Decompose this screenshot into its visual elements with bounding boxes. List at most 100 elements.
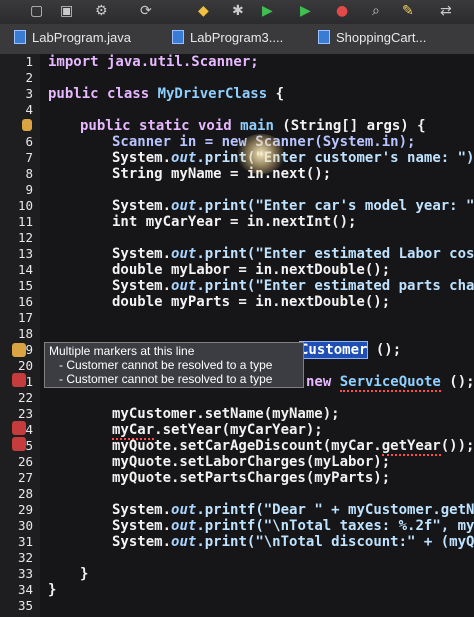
code-line: myQuote.setPartsCharges(myParts); (112, 470, 390, 486)
code-text: .printf("Dear " + myCustomer.getNam (196, 502, 474, 518)
error-marker-icon[interactable] (12, 421, 26, 435)
refresh-icon[interactable]: ⟳ (140, 3, 152, 19)
code-text: int myCarYear = in.nextInt(); (112, 214, 357, 230)
line-number: 31 (17, 534, 33, 549)
code-text: System. (112, 502, 172, 518)
code-text: myQuote.setPartsCharges(myParts); (112, 470, 391, 486)
line-number: 35 (17, 598, 33, 613)
line-number: 6 (25, 134, 33, 149)
build-icon[interactable]: ⚙ (95, 3, 108, 19)
error-marker-icon[interactable] (12, 437, 26, 451)
code-line: double myParts = in.nextDouble(); (112, 294, 390, 310)
code-text: double myLabor = in.nextDouble(); (112, 262, 391, 278)
line-number: 26 (17, 454, 33, 469)
line-number-gutter: 1 2 3 4 5 6 7 8 9 10 11 12 13 14 15 16 1… (0, 54, 40, 617)
line-number: 30 (17, 518, 33, 533)
code-line: System.out.print("Enter estimated parts … (112, 278, 474, 294)
code-text: System. (112, 534, 172, 550)
line-number: 1 (25, 54, 33, 69)
line-number: 16 (17, 294, 33, 309)
arrow-icon[interactable]: ⇄ (440, 3, 452, 19)
package-icon[interactable]: ◆ (198, 3, 209, 19)
code-line: Customer (); (298, 341, 401, 359)
tab-label: ShoppingCart... (336, 30, 427, 45)
tooltip-title: Multiple markers at this line (49, 344, 195, 358)
new-file-icon[interactable]: ▢ (30, 3, 43, 19)
pencil-icon[interactable]: ✎ (402, 3, 414, 19)
code-line: myQuote.setLaborCharges(myLabor); (112, 454, 390, 470)
code-line: System.out.print("Enter car's model year… (112, 198, 474, 214)
code-text: .print("\nTotal discount:" + (myQuo (196, 534, 474, 550)
code-text: getYear (381, 438, 441, 456)
line-number: 7 (25, 150, 33, 165)
line-number: 17 (17, 310, 33, 325)
code-text: myQuote.setCarAgeDiscount(myCar. (112, 438, 382, 454)
method-name: main (240, 118, 274, 134)
line-number: 8 (25, 166, 33, 181)
line-number: 14 (17, 262, 33, 277)
code-text: String myName = in.next(); (112, 166, 332, 182)
code-line: Scanner in = new Scanner(System.in); (112, 134, 415, 150)
code-line: myCar.setYear(myCarYear); (112, 422, 323, 440)
java-file-icon (318, 30, 330, 44)
line-number: 11 (17, 214, 33, 229)
code-line: System.out.print("Enter customer's name:… (112, 150, 474, 166)
code-line: myQuote.setCarAgeDiscount(myCar.getYear(… (112, 438, 474, 456)
tab-labprogram3[interactable]: LabProgram3.... (172, 30, 283, 52)
selected-text[interactable]: Customer (298, 341, 369, 359)
keyword: public static void (80, 118, 241, 134)
code-line: String myName = in.next(); (112, 166, 331, 182)
field: out (171, 518, 197, 534)
code-text: } (48, 582, 57, 598)
line-number: 29 (17, 502, 33, 517)
class-name: ServiceQuote (339, 374, 441, 392)
breakpoint-marker-icon[interactable] (22, 119, 32, 131)
import-statement: import java.util.Scanner; (48, 54, 259, 70)
field: out (171, 534, 197, 550)
line-number: 13 (17, 246, 33, 261)
line-number: 34 (17, 582, 33, 597)
code-line: public class MyDriverClass { (48, 86, 284, 102)
debug-icon[interactable]: ✱ (232, 3, 244, 19)
keyword: new (306, 374, 340, 390)
tab-shoppingcart[interactable]: ShoppingCart... (318, 30, 426, 52)
external-tools-icon[interactable]: ● (336, 3, 348, 19)
code-text: System. (112, 518, 172, 534)
code-text: } (80, 566, 89, 582)
line-number: 20 (17, 358, 33, 373)
code-text: .print("Enter customer's name: "); (196, 150, 474, 166)
code-text: System. (112, 198, 172, 214)
line-number: 9 (25, 182, 33, 197)
code-text: .setYear(myCarYear); (154, 422, 323, 438)
line-number: 15 (17, 278, 33, 293)
code-line: import java.util.Scanner; (48, 54, 259, 70)
field: out (171, 150, 197, 166)
line-number: 33 (17, 566, 33, 581)
code-text: System. (112, 278, 172, 294)
warning-marker-icon[interactable] (12, 343, 26, 357)
code-text: (); (440, 374, 474, 390)
line-number: 22 (17, 390, 33, 405)
line-number: 18 (17, 326, 33, 341)
java-file-icon (172, 30, 184, 44)
code-text: System. (112, 246, 172, 262)
save-icon[interactable]: ▣ (60, 3, 73, 19)
code-text: .printf("\nTotal taxes: %.2f", myQu (196, 518, 474, 534)
field: out (171, 246, 197, 262)
run-config-icon[interactable]: ▶ (300, 3, 311, 19)
keyword: public class (48, 86, 158, 102)
search-icon[interactable]: ⌕ (372, 3, 380, 19)
code-line: myCustomer.setName(myName); (112, 406, 340, 422)
line-number: 27 (17, 470, 33, 485)
line-number: 28 (17, 486, 33, 501)
code-line: } (80, 566, 88, 582)
code-text: { (267, 86, 285, 102)
code-editor[interactable]: 1 2 3 4 5 6 7 8 9 10 11 12 13 14 15 16 1… (0, 54, 474, 617)
tab-labprogram[interactable]: LabProgram.java (14, 30, 131, 52)
error-marker-icon[interactable] (12, 373, 26, 387)
code-line: System.out.print("Enter estimated Labor … (112, 246, 474, 262)
run-icon[interactable]: ▶ (262, 3, 273, 19)
code-line: System.out.printf("\nTotal taxes: %.2f",… (112, 518, 474, 534)
code-text: (String[] args) { (273, 118, 426, 134)
line-number: 2 (25, 70, 33, 85)
